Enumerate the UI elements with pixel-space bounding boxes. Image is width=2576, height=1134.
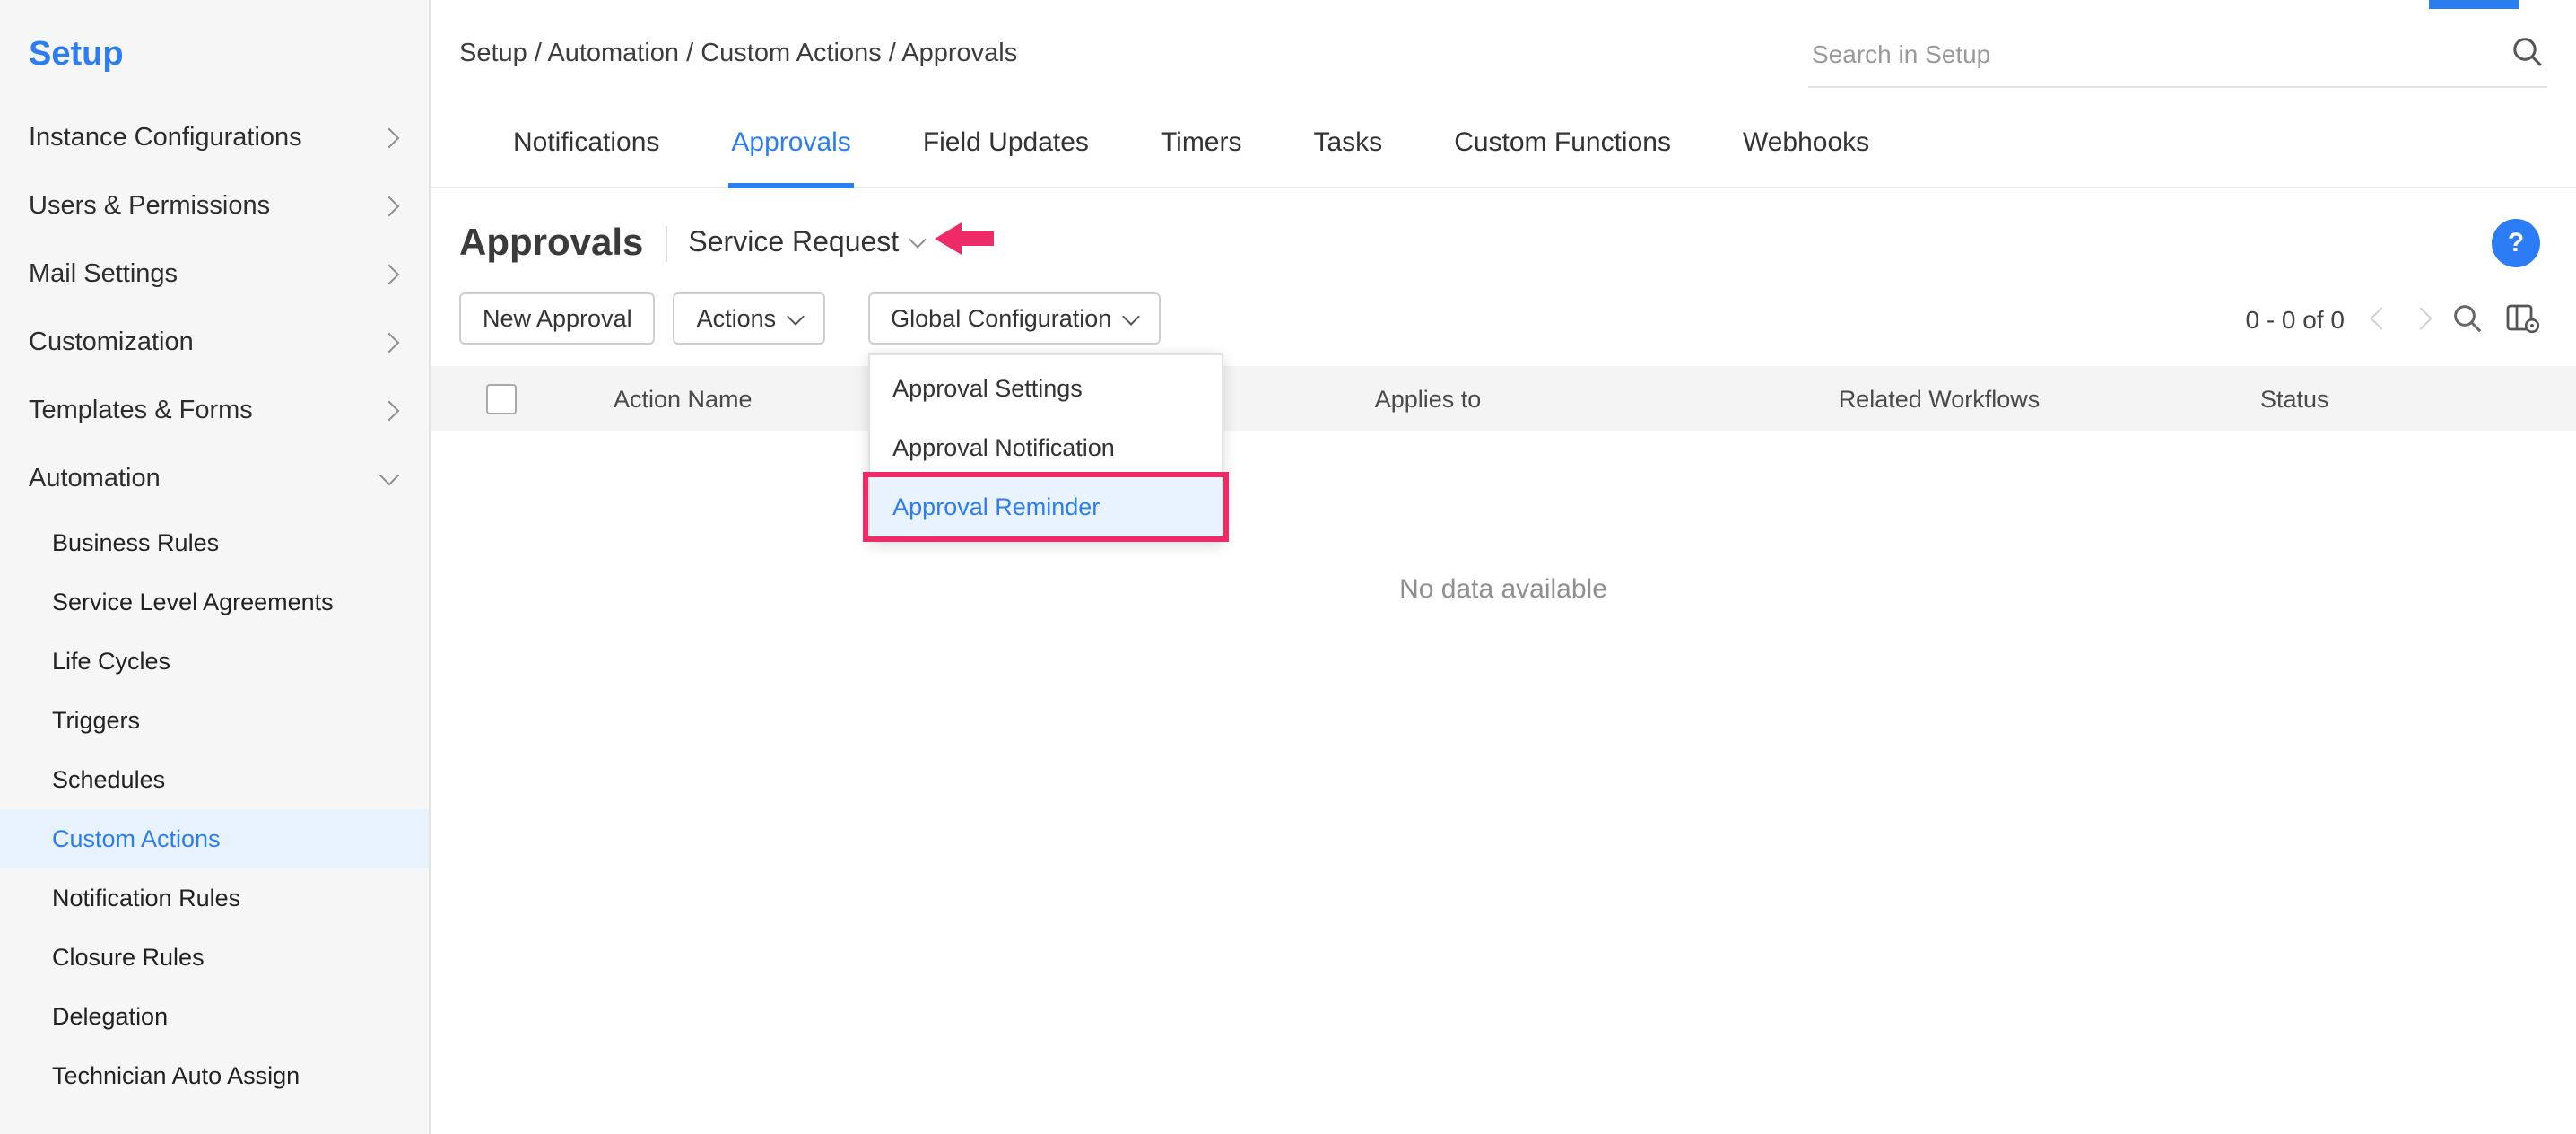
sidebar-item-label: Users & Permissions [29,192,270,221]
sidebar-item-label: Mail Settings [29,260,178,289]
setup-search [1808,29,2547,88]
menu-item-approval-reminder[interactable]: Approval Reminder [869,477,1221,536]
chevron-down-icon [909,231,927,249]
toolbar: New Approval Actions Global Configuratio… [431,282,2576,366]
sidebar-item-life-cycles[interactable]: Life Cycles [0,632,429,691]
new-approval-label: New Approval [483,305,632,332]
sidebar-item-label: Customization [29,328,194,357]
sidebar-item-custom-actions[interactable]: Custom Actions [0,809,429,868]
loading-bar [2429,0,2519,9]
actions-button[interactable]: Actions [674,292,825,345]
main-content: Setup / Automation / Custom Actions / Ap… [431,0,2576,1134]
chevron-right-icon [379,401,400,422]
toolbar-right: 0 - 0 of 0 [2245,303,2540,334]
tab-timers[interactable]: Timers [1157,113,1246,187]
title-row: Approvals Service Request ? [431,188,2576,282]
page-next-icon[interactable] [2409,307,2432,329]
tab-tasks[interactable]: Tasks [1310,113,1387,187]
topbar: Setup / Automation / Custom Actions / Ap… [431,0,2576,88]
chevron-right-icon [379,128,400,149]
global-configuration-menu: Approval Settings Approval Notification … [867,353,1223,542]
new-approval-button[interactable]: New Approval [459,292,656,345]
breadcrumb[interactable]: Setup / Automation / Custom Actions / Ap… [459,29,1017,68]
sidebar-item-schedules[interactable]: Schedules [0,750,429,809]
tab-webhooks[interactable]: Webhooks [1739,113,1873,187]
empty-state-text: No data available [431,574,2576,605]
sidebar-item-label: Templates & Forms [29,397,253,425]
sidebar: Setup Instance Configurations Users & Pe… [0,0,431,1134]
column-related-workflows: Related Workflows [1697,385,2181,412]
menu-item-approval-notification[interactable]: Approval Notification [869,418,1221,477]
sidebar-item-business-rules[interactable]: Business Rules [0,513,429,572]
tab-bar: Notifications Approvals Field Updates Ti… [431,113,2576,188]
chevron-right-icon [379,265,400,285]
sidebar-item-automation[interactable]: Automation [0,445,429,513]
menu-item-approval-settings[interactable]: Approval Settings [869,359,1221,418]
sidebar-item-customization[interactable]: Customization [0,309,429,377]
chevron-down-icon [379,466,400,486]
sidebar-item-notification-rules[interactable]: Notification Rules [0,868,429,928]
column-applies-to: Applies to [1159,385,1697,412]
tab-field-updates[interactable]: Field Updates [919,113,1092,187]
column-settings-icon[interactable] [2506,303,2540,334]
sidebar-item-delegation[interactable]: Delegation [0,987,429,1046]
help-button[interactable]: ? [2492,219,2540,267]
table-header: Action Name Applies to Related Workflows… [431,366,2576,431]
sidebar-item-technician-auto-assign[interactable]: Technician Auto Assign [0,1046,429,1105]
page-previous-icon[interactable] [2370,307,2392,329]
sidebar-item-mail-settings[interactable]: Mail Settings [0,240,429,309]
module-selector[interactable]: Service Request [688,227,924,259]
page-title: Approvals [459,222,643,265]
sidebar-title: Setup [0,7,429,104]
tab-custom-functions[interactable]: Custom Functions [1450,113,1675,187]
global-configuration-wrap: Global Configuration Approval Settings A… [867,292,1160,345]
sidebar-item-service-level-agreements[interactable]: Service Level Agreements [0,572,429,632]
search-icon[interactable] [2511,36,2544,68]
global-configuration-label: Global Configuration [891,305,1111,332]
actions-label: Actions [697,305,777,332]
menu-item-label: Approval Reminder [892,493,1100,520]
search-input[interactable] [1808,29,2547,88]
sidebar-item-users-permissions[interactable]: Users & Permissions [0,172,429,240]
chevron-right-icon [379,333,400,353]
module-selector-label: Service Request [688,227,899,259]
pagination-count: 0 - 0 of 0 [2245,304,2345,333]
chevron-right-icon [379,196,400,217]
sidebar-item-triggers[interactable]: Triggers [0,691,429,750]
divider [665,225,666,261]
caret-down-icon [786,307,804,325]
sidebar-item-label: Instance Configurations [29,124,302,153]
global-configuration-button[interactable]: Global Configuration [867,292,1160,345]
setup-page: Setup Instance Configurations Users & Pe… [0,0,2576,1134]
sidebar-item-instance-configurations[interactable]: Instance Configurations [0,104,429,172]
tab-notifications[interactable]: Notifications [509,113,663,187]
sidebar-item-label: Automation [29,465,161,493]
tab-approvals[interactable]: Approvals [727,113,854,188]
annotation-arrow [935,221,996,266]
caret-down-icon [1121,307,1139,325]
sidebar-item-templates-forms[interactable]: Templates & Forms [0,377,429,445]
column-status: Status [2181,385,2576,412]
sidebar-item-closure-rules[interactable]: Closure Rules [0,928,429,987]
list-search-icon[interactable] [2452,303,2483,334]
select-all-checkbox[interactable] [486,383,517,414]
